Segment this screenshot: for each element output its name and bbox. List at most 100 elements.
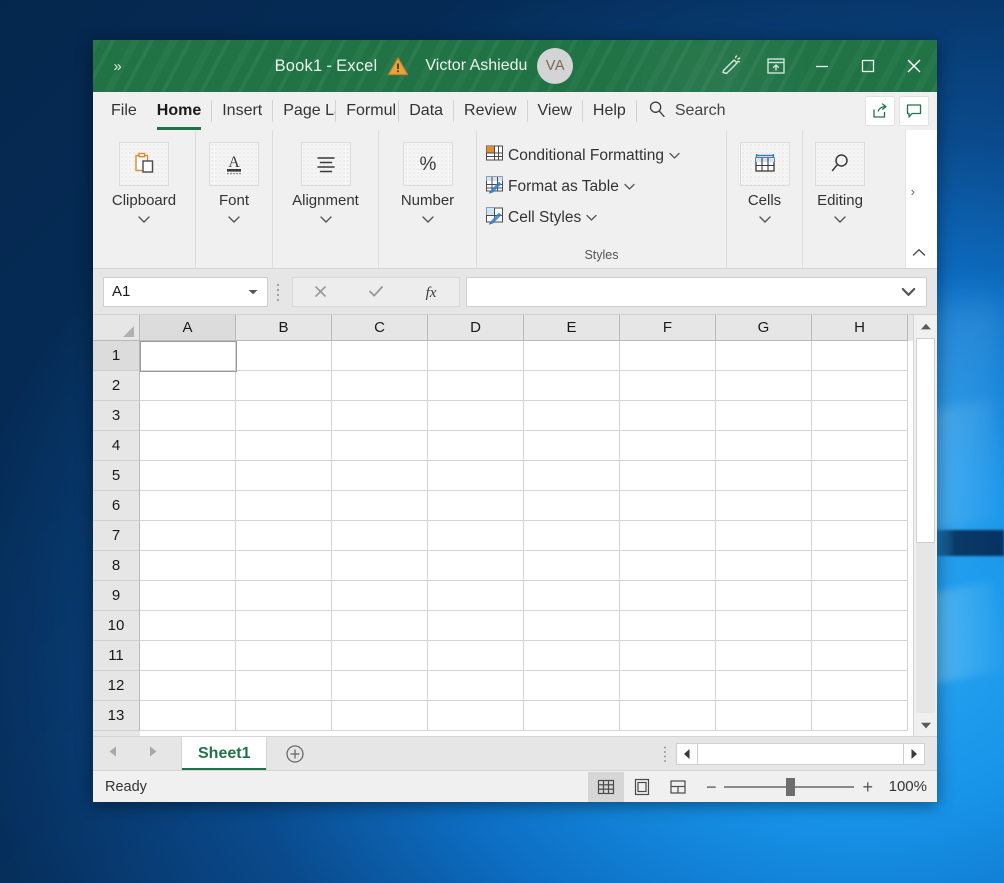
row-header-10[interactable]: 10 xyxy=(93,611,140,641)
row-header-3[interactable]: 3 xyxy=(93,401,140,431)
chevron-down-icon[interactable] xyxy=(227,211,241,229)
cell-E10[interactable] xyxy=(524,611,620,641)
cell-G4[interactable] xyxy=(716,431,812,461)
alignment-icon[interactable] xyxy=(301,142,351,186)
cell-A3[interactable] xyxy=(140,401,236,431)
cell-D11[interactable] xyxy=(428,641,524,671)
cell-E7[interactable] xyxy=(524,521,620,551)
cell-H7[interactable] xyxy=(812,521,908,551)
tab-home[interactable]: Home xyxy=(147,92,211,130)
cell-E6[interactable] xyxy=(524,491,620,521)
editing-magnifier-icon[interactable] xyxy=(815,142,865,186)
cell-C1[interactable] xyxy=(332,341,428,371)
column-header-e[interactable]: E xyxy=(524,315,620,341)
row-header-9[interactable]: 9 xyxy=(93,581,140,611)
cell-D3[interactable] xyxy=(428,401,524,431)
cell-A2[interactable] xyxy=(140,371,236,401)
cell-E1[interactable] xyxy=(524,341,620,371)
cell-G6[interactable] xyxy=(716,491,812,521)
scroll-up-arrow-icon[interactable] xyxy=(914,315,937,337)
collapse-ribbon-chevron-up-icon[interactable] xyxy=(909,242,929,262)
cell-E12[interactable] xyxy=(524,671,620,701)
cell-D5[interactable] xyxy=(428,461,524,491)
cell-H11[interactable] xyxy=(812,641,908,671)
cell-F4[interactable] xyxy=(620,431,716,461)
dropdown-caret-icon[interactable] xyxy=(247,283,259,300)
vertical-scroll-thumb[interactable] xyxy=(916,338,935,543)
cancel-x-icon[interactable] xyxy=(298,278,344,306)
cell-D10[interactable] xyxy=(428,611,524,641)
cell-H9[interactable] xyxy=(812,581,908,611)
cell-F13[interactable] xyxy=(620,701,716,731)
cell-F6[interactable] xyxy=(620,491,716,521)
cell-G5[interactable] xyxy=(716,461,812,491)
cell-B4[interactable] xyxy=(236,431,332,461)
row-header-6[interactable]: 6 xyxy=(93,491,140,521)
cell-G11[interactable] xyxy=(716,641,812,671)
cell-C11[interactable] xyxy=(332,641,428,671)
tab-page-layout[interactable]: Page La xyxy=(273,92,335,130)
ribbon-overflow-arrow[interactable]: › xyxy=(911,184,915,199)
cell-G12[interactable] xyxy=(716,671,812,701)
row-header-1[interactable]: 1 xyxy=(93,341,140,371)
tab-data[interactable]: Data xyxy=(399,92,453,130)
cell-F5[interactable] xyxy=(620,461,716,491)
chevron-down-icon[interactable] xyxy=(421,211,435,229)
fx-icon[interactable]: fx xyxy=(408,278,454,306)
cell-E4[interactable] xyxy=(524,431,620,461)
cell-A8[interactable] xyxy=(140,551,236,581)
ribbon-group-editing[interactable]: Editing xyxy=(803,130,877,268)
ribbon-group-clipboard[interactable]: Clipboard xyxy=(93,130,196,268)
cell-A4[interactable] xyxy=(140,431,236,461)
hscroll-left-arrow-icon[interactable] xyxy=(676,743,698,765)
cell-F8[interactable] xyxy=(620,551,716,581)
cell-B11[interactable] xyxy=(236,641,332,671)
cell-H6[interactable] xyxy=(812,491,908,521)
row-header-12[interactable]: 12 xyxy=(93,671,140,701)
row-header-4[interactable]: 4 xyxy=(93,431,140,461)
maximize-icon[interactable] xyxy=(845,40,891,92)
cell-E9[interactable] xyxy=(524,581,620,611)
formula-input[interactable] xyxy=(466,277,927,307)
cell-B7[interactable] xyxy=(236,521,332,551)
cell-F7[interactable] xyxy=(620,521,716,551)
hscroll-right-arrow-icon[interactable] xyxy=(903,743,925,765)
share-icon[interactable] xyxy=(865,96,895,126)
cell-F12[interactable] xyxy=(620,671,716,701)
ribbon-group-font[interactable]: A Font xyxy=(196,130,273,268)
cell-H2[interactable] xyxy=(812,371,908,401)
expand-formula-bar-caret-icon[interactable] xyxy=(901,284,916,300)
cell-G3[interactable] xyxy=(716,401,812,431)
column-header-g[interactable]: G xyxy=(716,315,812,341)
quick-access-toolbar-overflow-button[interactable]: » xyxy=(93,40,141,92)
cell-F3[interactable] xyxy=(620,401,716,431)
cell-H5[interactable] xyxy=(812,461,908,491)
cell-B5[interactable] xyxy=(236,461,332,491)
cell-C13[interactable] xyxy=(332,701,428,731)
cell-E13[interactable] xyxy=(524,701,620,731)
cells-icon[interactable] xyxy=(740,142,790,186)
cell-grid[interactable] xyxy=(140,341,913,736)
tab-help[interactable]: Help xyxy=(583,92,636,130)
cell-C3[interactable] xyxy=(332,401,428,431)
document-title[interactable]: Book1-Excel xyxy=(275,57,378,76)
chevron-down-icon[interactable] xyxy=(623,178,636,196)
percent-icon[interactable]: % xyxy=(403,142,453,186)
zoom-out-button[interactable]: − xyxy=(706,778,717,796)
cell-B1[interactable] xyxy=(236,341,332,371)
cell-G10[interactable] xyxy=(716,611,812,641)
cell-styles-button[interactable]: Cell Styles xyxy=(485,202,718,233)
cell-H12[interactable] xyxy=(812,671,908,701)
cell-F2[interactable] xyxy=(620,371,716,401)
cell-A1[interactable] xyxy=(140,341,236,371)
cell-B8[interactable] xyxy=(236,551,332,581)
cell-H13[interactable] xyxy=(812,701,908,731)
column-header-d[interactable]: D xyxy=(428,315,524,341)
cell-A9[interactable] xyxy=(140,581,236,611)
cell-C10[interactable] xyxy=(332,611,428,641)
cell-D12[interactable] xyxy=(428,671,524,701)
chevron-down-icon[interactable] xyxy=(668,147,681,165)
vertical-scrollbar[interactable] xyxy=(913,315,937,736)
cell-G13[interactable] xyxy=(716,701,812,731)
cell-D13[interactable] xyxy=(428,701,524,731)
